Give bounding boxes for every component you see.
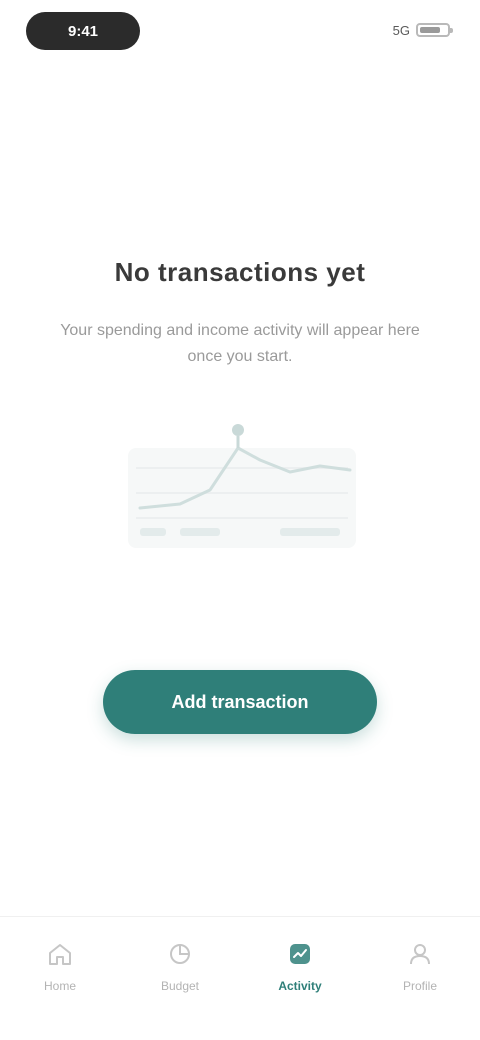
profile-icon <box>405 939 435 969</box>
nav-item-profile[interactable]: Profile <box>365 939 475 993</box>
battery-level <box>420 27 440 33</box>
signal-label: 5G <box>392 22 410 38</box>
battery-icon <box>416 23 453 37</box>
app-screen: 9:41 5G No transactions yet Your spendin… <box>0 0 480 1040</box>
nav-label-profile: Profile <box>402 979 437 993</box>
status-bar: 9:41 5G <box>0 0 480 64</box>
home-icon <box>45 939 75 969</box>
add-transaction-button[interactable]: Add transaction <box>103 670 377 734</box>
status-time: 9:41 <box>26 12 140 50</box>
nav-label-budget: Budget <box>160 979 200 993</box>
nav-item-home[interactable]: Home <box>5 939 115 993</box>
nav-item-activity[interactable]: Activity <box>245 939 355 993</box>
budget-icon <box>165 939 195 969</box>
nav-label-activity: Activity <box>278 979 322 993</box>
activity-icon <box>285 939 315 969</box>
empty-state-illustration <box>120 408 360 558</box>
chart-illustration-icon <box>128 424 356 548</box>
empty-state-subtitle: Your spending and income activity will a… <box>60 322 420 365</box>
nav-item-budget[interactable]: Budget <box>125 939 235 993</box>
bottom-navigation: Home Budget Activity Profile <box>0 916 480 1040</box>
status-indicators: 5G <box>392 18 453 42</box>
nav-label-home: Home <box>43 979 76 993</box>
empty-state-title: No transactions yet <box>114 257 366 287</box>
